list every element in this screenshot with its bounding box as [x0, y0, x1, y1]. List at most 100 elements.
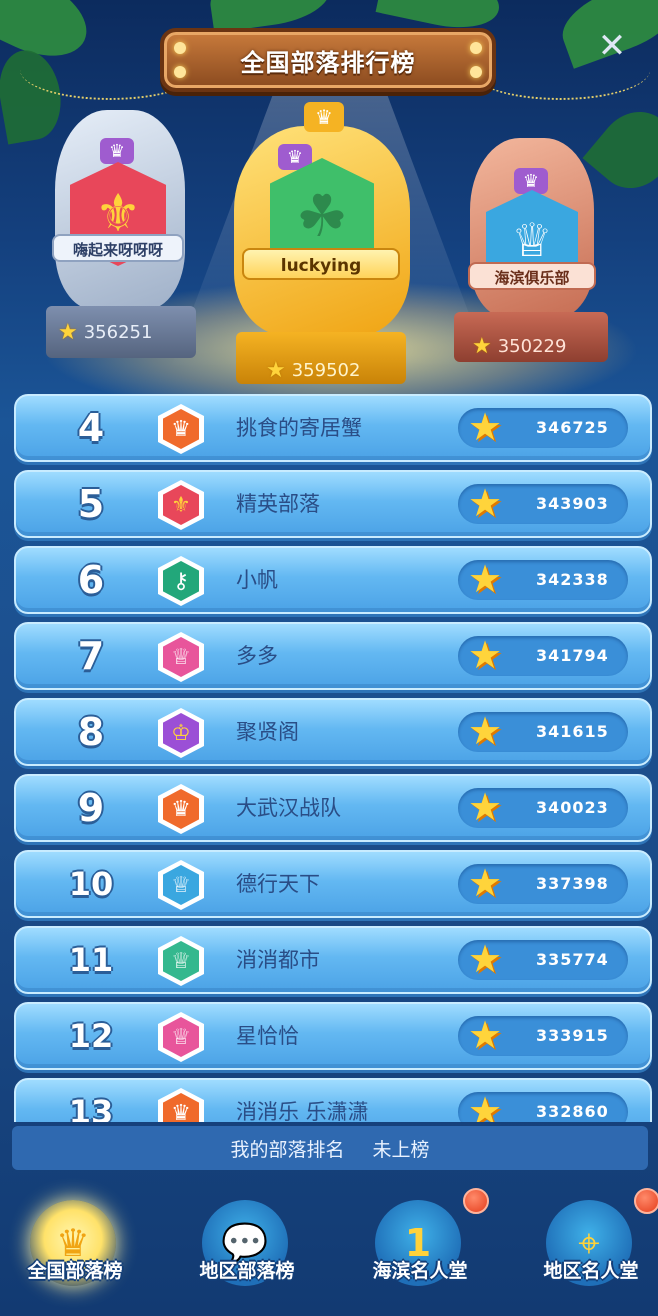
podium-score: ★ 359502	[266, 358, 360, 383]
star-icon: ★	[468, 1089, 503, 1122]
tab-label: 地区部落榜	[199, 1260, 295, 1282]
tribe-name: 多多	[236, 644, 278, 668]
podium-second[interactable]: ♛ ⚜ 嗨起来呀呀呀 ★ 356251	[40, 100, 200, 365]
score-value: 332860	[536, 1102, 609, 1121]
score-value: 342338	[536, 570, 609, 589]
tab-label: 地区名人堂	[543, 1260, 639, 1282]
podium-score-value: 350229	[497, 336, 567, 357]
star-icon: ★	[468, 785, 503, 829]
ranking-row[interactable]: 12 ♕ 星恰恰 ★ 333915	[14, 1002, 652, 1070]
podium-score: ★ 356251	[58, 320, 152, 345]
score-pill: ★ 332860	[458, 1089, 628, 1122]
light-bulb-decoration	[470, 42, 482, 54]
crown-icon: ♛	[158, 784, 204, 834]
score-value: 333915	[536, 1026, 609, 1045]
star-icon: ★	[468, 633, 503, 677]
score-pill: ★ 335774	[458, 937, 628, 981]
light-bulb-decoration	[174, 42, 186, 54]
notification-dot	[463, 1188, 489, 1214]
notification-dot	[634, 1188, 658, 1214]
wing-crown-icon: ♕	[158, 936, 204, 986]
rank-number: 6	[77, 558, 105, 602]
crown-icon: ♛	[304, 102, 344, 132]
page-title: 全国部落排行榜	[240, 48, 416, 77]
ranking-row[interactable]: 10 ♕ 德行天下 ★ 337398	[14, 850, 652, 918]
star-icon: ★	[468, 405, 503, 449]
score-value: 341794	[536, 646, 609, 665]
score-pill: ★ 341794	[458, 633, 628, 677]
tribe-name: 聚贤阁	[236, 720, 299, 744]
trophy-icon: ♕	[158, 1012, 204, 1062]
tab-regional-tribe[interactable]: 💬 地区部落榜	[172, 1194, 322, 1304]
score-pill: ★ 346725	[458, 405, 628, 449]
tribe-name: 星恰恰	[236, 1024, 299, 1048]
score-value: 337398	[536, 874, 609, 893]
ranking-list[interactable]: 4 ♛ 挑食的寄居蟹 ★ 346725 5 ⚜ 精英部落 ★ 343903 6 ⚷ …	[12, 392, 652, 1122]
my-rank-value: 未上榜	[372, 1138, 430, 1161]
star-icon: ★	[468, 1013, 503, 1057]
ranking-row[interactable]: 9 ♛ 大武汉战队 ★ 340023	[14, 774, 652, 842]
star-icon: ★	[468, 709, 503, 753]
score-pill: ★ 343903	[458, 481, 628, 525]
podium-score: ★ 350229	[472, 334, 566, 359]
podium-first[interactable]: ♛ ♛ ☘ luckying ★ 359502	[226, 96, 416, 388]
ranking-row[interactable]: 8 ♔ 聚贤阁 ★ 341615	[14, 698, 652, 766]
podium-name: 海滨俱乐部	[468, 262, 596, 290]
tab-national-tribe[interactable]: ♛ 全国部落榜	[0, 1194, 150, 1304]
rank-number: 7	[77, 634, 105, 678]
tribe-name: 消消乐 乐潇潇	[236, 1100, 369, 1122]
king-crown-icon: ♔	[158, 708, 204, 758]
ranking-row[interactable]: 13 ♛ 消消乐 乐潇潇 ★ 332860	[14, 1078, 652, 1122]
podium-name: luckying	[242, 248, 400, 280]
ranking-row[interactable]: 6 ⚷ 小帆 ★ 342338	[14, 546, 652, 614]
ranking-row[interactable]: 4 ♛ 挑食的寄居蟹 ★ 346725	[14, 394, 652, 462]
score-value: 341615	[536, 722, 609, 741]
tribe-name: 德行天下	[236, 872, 320, 896]
score-value: 343903	[536, 494, 609, 513]
star-icon: ★	[58, 320, 78, 345]
score-pill: ★ 337398	[458, 861, 628, 905]
bottom-tab-bar: ♛ 全国部落榜 💬 地区部落榜 1 海滨名人堂 ⌖ 地区名人堂	[0, 1180, 658, 1316]
close-icon[interactable]: ✕	[598, 26, 627, 66]
podium-score-value: 356251	[83, 322, 153, 343]
podium-third[interactable]: ♛ ♕ 海滨俱乐部 ★ 350229	[452, 138, 612, 368]
tribe-name: 精英部落	[236, 492, 320, 516]
rank-number: 8	[77, 710, 105, 754]
tab-seaside-hall-of-fame[interactable]: 1 海滨名人堂	[345, 1188, 495, 1304]
fleur-de-lis-icon: ⚜	[158, 480, 204, 530]
rank-number: 9	[77, 786, 105, 830]
crown-icon: ♛	[100, 138, 134, 164]
trophy-icon: ♕	[158, 632, 204, 682]
score-value: 335774	[536, 950, 609, 969]
close-button[interactable]: ✕	[594, 28, 630, 64]
score-value: 340023	[536, 798, 609, 817]
crown-icon: ♛	[158, 1088, 204, 1122]
crown-icon: ♛	[158, 404, 204, 454]
rank-number: 12	[68, 1017, 114, 1055]
star-icon: ★	[472, 334, 492, 359]
tribe-name: 小帆	[236, 568, 278, 592]
ranking-row[interactable]: 5 ⚜ 精英部落 ★ 343903	[14, 470, 652, 538]
score-pill: ★ 333915	[458, 1013, 628, 1057]
light-bulb-decoration	[174, 66, 186, 78]
my-rank-label: 我的部落排名	[230, 1138, 345, 1161]
rank-number: 13	[68, 1093, 114, 1122]
title-sign: 全国部落排行榜	[160, 28, 496, 92]
score-pill: ★ 342338	[458, 557, 628, 601]
tribe-name: 消消都市	[236, 948, 320, 972]
star-icon: ★	[468, 937, 503, 981]
leaderboard-screen: ✕ 全国部落排行榜 ♛ ⚜ 嗨起来呀呀呀 ★ 356251 ♛ ♛ ☘ luck…	[0, 0, 658, 1316]
score-pill: ★ 340023	[458, 785, 628, 829]
ranking-row[interactable]: 11 ♕ 消消都市 ★ 335774	[14, 926, 652, 994]
score-value: 346725	[536, 418, 609, 437]
rank-number: 10	[68, 865, 114, 903]
star-icon: ★	[468, 481, 503, 525]
podium-name: 嗨起来呀呀呀	[52, 234, 184, 262]
rank-number: 4	[77, 406, 105, 450]
ranking-row[interactable]: 7 ♕ 多多 ★ 341794	[14, 622, 652, 690]
star-icon: ★	[266, 358, 286, 383]
tab-label: 海滨名人堂	[372, 1260, 468, 1282]
star-icon: ★	[468, 557, 503, 601]
tab-regional-hall-of-fame[interactable]: ⌖ 地区名人堂	[516, 1188, 658, 1304]
tribe-name: 大武汉战队	[236, 796, 341, 820]
